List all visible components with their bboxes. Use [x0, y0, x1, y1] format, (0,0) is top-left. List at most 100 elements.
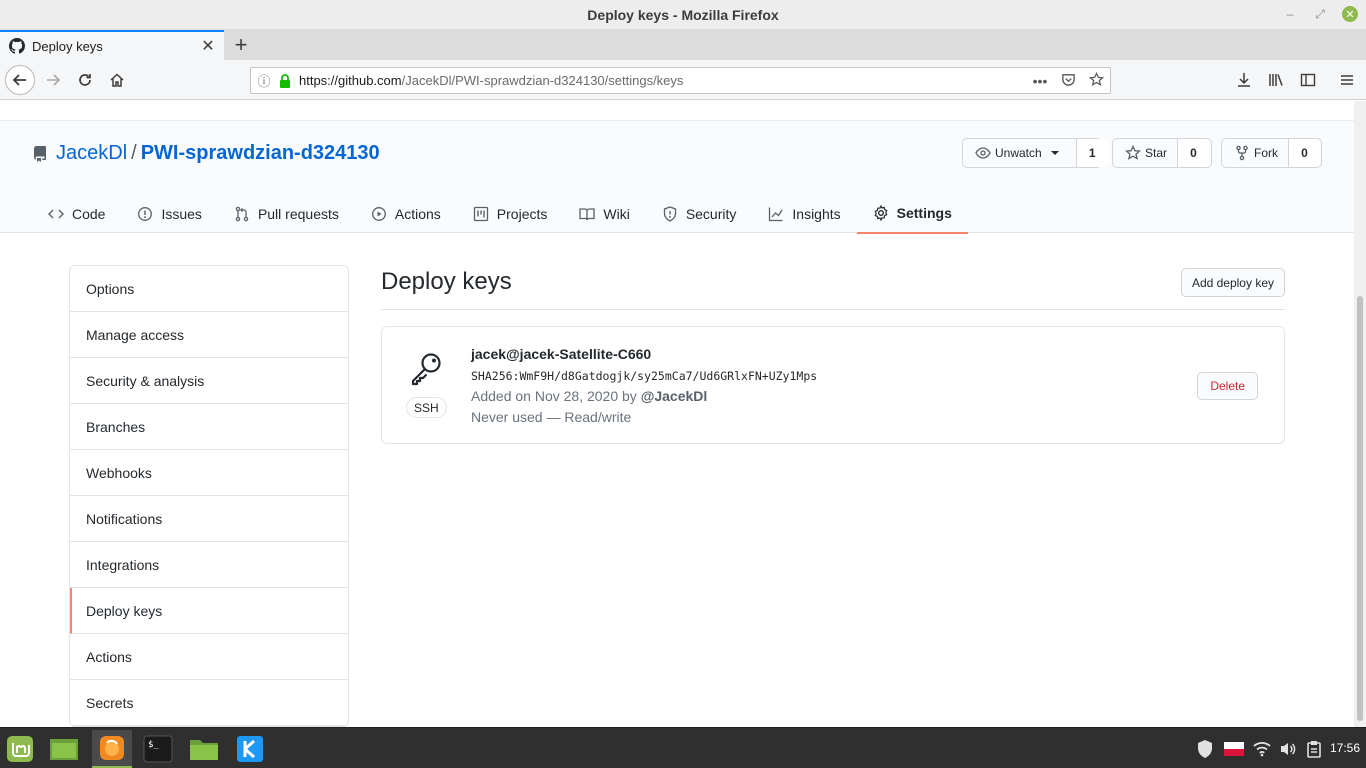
star-icon [1125, 145, 1141, 160]
fork-label: Fork [1254, 146, 1278, 160]
key-added-text: Added on Nov 28, 2020 by [471, 388, 637, 404]
kde-app-icon[interactable] [230, 730, 270, 768]
svg-text:$_: $_ [148, 740, 159, 750]
fork-count[interactable]: 0 [1288, 139, 1320, 167]
back-icon[interactable] [5, 65, 35, 95]
page-title: Deploy keys [381, 268, 512, 295]
fork-button[interactable]: Fork 0 [1221, 138, 1322, 168]
tab-actions-label: Actions [394, 206, 441, 222]
file-manager-icon[interactable] [44, 730, 84, 768]
clock[interactable]: 17:56 [1330, 741, 1360, 755]
sidebar-item-notifications[interactable]: Notifications [70, 496, 348, 542]
tab-close-icon[interactable]: ✕ [196, 36, 220, 56]
star-button[interactable]: Star 0 [1112, 138, 1212, 168]
play-icon [371, 207, 386, 221]
bookmark-star-icon[interactable] [1082, 71, 1110, 90]
maximize-icon[interactable]: ⤢ [1312, 6, 1328, 22]
lock-icon[interactable] [277, 73, 293, 89]
page-scrollbar[interactable] [1354, 101, 1366, 727]
repo-name-link[interactable]: PWI-sprawdzian-d324130 [141, 142, 380, 165]
deploy-key-item: SSH jacek@jacek-Satellite-C660 SHA256:Wm… [381, 326, 1285, 444]
sidebar-item-deploy-keys[interactable]: Deploy keys [70, 588, 348, 634]
tab-insights[interactable]: Insights [752, 194, 856, 234]
graph-icon [769, 207, 783, 222]
page-viewport: JacekDl / PWI-sprawdzian-d324130 Unwatch… [0, 101, 1366, 727]
tab-pull-requests[interactable]: Pull requests [218, 194, 355, 234]
tab-settings[interactable]: Settings [856, 194, 968, 234]
tab-projects[interactable]: Projects [457, 194, 564, 234]
delete-key-button[interactable]: Delete [1197, 372, 1258, 400]
wifi-icon[interactable] [1252, 739, 1272, 759]
sidebar-toggle-icon[interactable] [1298, 70, 1318, 90]
repo-icon [34, 145, 46, 162]
sidebar-item-security-analysis[interactable]: Security & analysis [70, 358, 348, 404]
tab-settings-label: Settings [896, 205, 952, 221]
book-icon [579, 208, 596, 221]
home-icon[interactable] [102, 65, 132, 95]
watch-count[interactable]: 1 [1075, 139, 1108, 167]
info-icon[interactable]: ⓘ [251, 71, 277, 90]
add-deploy-key-button[interactable]: Add deploy key [1180, 268, 1285, 297]
page-actions-icon[interactable]: ••• [1026, 73, 1054, 89]
subhead: Deploy keys Add deploy key [381, 265, 1285, 310]
forward-icon[interactable] [38, 65, 68, 95]
tab-actions[interactable]: Actions [355, 194, 457, 234]
firefox-icon[interactable] [92, 730, 132, 768]
url-domain: https://github.com [299, 73, 402, 88]
star-count[interactable]: 0 [1177, 139, 1210, 167]
pocket-icon[interactable] [1054, 72, 1082, 90]
tab-wiki-label: Wiki [603, 206, 630, 222]
deploy-keys-main: Deploy keys Add deploy key SSH jacek@jac… [381, 265, 1285, 444]
watch-button[interactable]: Unwatch 1 [962, 138, 1108, 168]
sidebar-item-options[interactable]: Options [70, 266, 348, 312]
sidebar-item-webhooks[interactable]: Webhooks [70, 450, 348, 496]
sidebar-item-manage-access[interactable]: Manage access [70, 312, 348, 358]
sidebar-item-integrations[interactable]: Integrations [70, 542, 348, 588]
tab-code[interactable]: Code [32, 194, 121, 234]
url-bar[interactable]: ⓘ https://github.com/JacekDl/PWI-sprawdz… [250, 67, 1111, 94]
tab-security[interactable]: Security [646, 194, 753, 234]
mint-menu-icon[interactable] [0, 730, 40, 768]
watch-label: Unwatch [995, 146, 1042, 160]
gear-icon [874, 205, 888, 221]
star-label: Star [1145, 146, 1168, 160]
key-type-label: SSH [406, 397, 447, 418]
terminal-icon[interactable]: $_ [138, 730, 178, 768]
reload-icon[interactable] [70, 65, 100, 95]
folder-icon[interactable] [184, 730, 224, 768]
shield-icon [663, 206, 676, 222]
language-flag-icon[interactable] [1223, 739, 1245, 759]
window-title: Deploy keys - Mozilla Firefox [587, 7, 779, 23]
scrollbar-thumb[interactable] [1357, 296, 1363, 721]
key-title: jacek@jacek-Satellite-C660 [471, 346, 652, 362]
sidebar-item-secrets[interactable]: Secrets [70, 680, 348, 726]
window-titlebar: Deploy keys - Mozilla Firefox – ⤢ ✕ [0, 0, 1366, 30]
key-icon [411, 353, 441, 386]
tab-insights-label: Insights [792, 206, 841, 222]
key-added-by-link[interactable]: @JacekDl [641, 388, 708, 404]
tab-wiki[interactable]: Wiki [563, 194, 645, 234]
tab-issues-label: Issues [161, 206, 202, 222]
repo-owner-link[interactable]: JacekDl [56, 142, 127, 165]
new-tab-icon[interactable]: + [229, 32, 253, 58]
downloads-icon[interactable] [1234, 70, 1254, 90]
tab-code-label: Code [72, 206, 106, 222]
close-window-icon[interactable]: ✕ [1342, 6, 1358, 22]
star-label-wrap: Star [1113, 139, 1177, 167]
menu-icon[interactable] [1337, 70, 1357, 90]
sidebar-item-actions[interactable]: Actions [70, 634, 348, 680]
browser-tab[interactable]: Deploy keys ✕ [0, 30, 224, 60]
tab-issues[interactable]: Issues [121, 194, 217, 234]
tab-pull-requests-label: Pull requests [257, 206, 339, 222]
library-icon[interactable] [1266, 70, 1286, 90]
volume-icon[interactable] [1278, 739, 1298, 759]
url-text: https://github.com/JacekDl/PWI-sprawdzia… [299, 73, 1026, 88]
minimize-icon[interactable]: – [1282, 6, 1298, 22]
clipboard-icon[interactable] [1304, 739, 1324, 759]
shield-tray-icon[interactable] [1195, 739, 1215, 759]
taskbar: $_ 17:56 [0, 727, 1366, 768]
sidebar-item-branches[interactable]: Branches [70, 404, 348, 450]
key-added-info: Added on Nov 28, 2020 by @JacekDl [471, 388, 707, 404]
fork-icon [1236, 145, 1248, 161]
tab-title: Deploy keys [32, 38, 103, 54]
